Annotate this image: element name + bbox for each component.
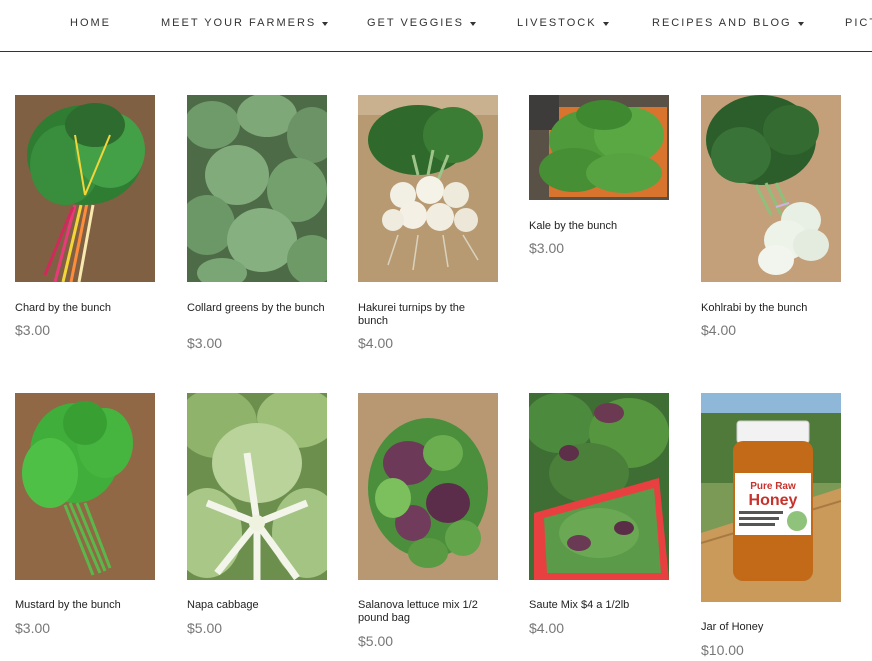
product-card-salanova-lettuce[interactable]: Salanova lettuce mix 1/2 pound bag $5.00 bbox=[358, 393, 498, 658]
nav-get-veggies-label: GET VEGGIES bbox=[367, 17, 464, 29]
product-card-mustard[interactable]: Mustard by the bunch $3.00 bbox=[15, 393, 155, 643]
honey-label-line2: Honey bbox=[749, 492, 798, 509]
product-card-hakurei-turnips[interactable]: Hakurei turnips by the bunch $4.00 bbox=[358, 95, 498, 355]
caret-down-icon bbox=[602, 21, 609, 26]
product-price: $3.00 bbox=[529, 240, 565, 256]
nav-pictures-label: PICT bbox=[845, 17, 872, 29]
product-name[interactable]: Kohlrabi by the bunch bbox=[701, 302, 841, 315]
caret-down-icon bbox=[322, 21, 329, 26]
product-price: $3.00 bbox=[15, 620, 51, 636]
product-name[interactable]: Chard by the bunch bbox=[15, 302, 155, 315]
product-image-mustard[interactable] bbox=[15, 393, 155, 580]
nav-livestock-label: LIVESTOCK bbox=[517, 17, 597, 29]
product-image-jar-of-honey[interactable]: Pure Raw Honey bbox=[701, 393, 841, 602]
product-price: $3.00 bbox=[187, 335, 223, 351]
nav-home-label: HOME bbox=[70, 17, 111, 29]
top-navigation: HOME MEET YOUR FARMERS GET VEGGIES LIVES… bbox=[0, 0, 872, 52]
product-card-saute-mix[interactable]: Saute Mix $4 a 1/2lb $4.00 bbox=[529, 393, 669, 643]
nav-meet-your-farmers-label: MEET YOUR FARMERS bbox=[161, 17, 317, 29]
product-name[interactable]: Collard greens by the bunch bbox=[187, 302, 327, 315]
nav-recipes-and-blog-label: RECIPES AND BLOG bbox=[652, 17, 792, 29]
product-image-chard[interactable] bbox=[15, 95, 155, 282]
product-card-jar-of-honey[interactable]: Pure Raw Honey Jar of Honey $10.00 bbox=[701, 393, 841, 658]
nav-recipes-and-blog[interactable]: RECIPES AND BLOG bbox=[652, 17, 804, 29]
product-name[interactable]: Mustard by the bunch bbox=[15, 599, 155, 612]
nav-pictures[interactable]: PICT bbox=[845, 17, 872, 29]
product-image-hakurei-turnips[interactable] bbox=[358, 95, 498, 282]
nav-get-veggies[interactable]: GET VEGGIES bbox=[367, 17, 476, 29]
product-card-napa-cabbage[interactable]: Napa cabbage $5.00 bbox=[187, 393, 327, 643]
product-image-kohlrabi[interactable] bbox=[701, 95, 841, 282]
caret-down-icon bbox=[797, 21, 804, 26]
product-price: $3.00 bbox=[15, 322, 51, 338]
product-price: $4.00 bbox=[701, 322, 737, 338]
product-name[interactable]: Kale by the bunch bbox=[529, 220, 669, 233]
product-price: $4.00 bbox=[529, 620, 565, 636]
product-name[interactable]: Saute Mix $4 a 1/2lb bbox=[529, 599, 669, 612]
nav-home[interactable]: HOME bbox=[70, 17, 111, 29]
product-name[interactable]: Salanova lettuce mix 1/2 pound bag bbox=[358, 599, 498, 625]
nav-livestock[interactable]: LIVESTOCK bbox=[517, 17, 609, 29]
product-price: $5.00 bbox=[358, 633, 394, 649]
caret-down-icon bbox=[470, 21, 476, 26]
product-card-chard[interactable]: Chard by the bunch $3.00 bbox=[15, 95, 155, 345]
product-image-napa-cabbage[interactable] bbox=[187, 393, 327, 580]
product-image-salanova-lettuce[interactable] bbox=[358, 393, 498, 580]
product-price: $10.00 bbox=[701, 642, 744, 658]
product-name[interactable]: Hakurei turnips by the bunch bbox=[358, 302, 498, 328]
product-image-kale[interactable] bbox=[529, 95, 669, 200]
product-card-kohlrabi[interactable]: Kohlrabi by the bunch $4.00 bbox=[701, 95, 841, 345]
product-name[interactable]: Napa cabbage bbox=[187, 599, 327, 612]
product-name[interactable]: Jar of Honey bbox=[701, 621, 841, 634]
product-price: $5.00 bbox=[187, 620, 223, 636]
honey-label-line1: Pure Raw bbox=[750, 481, 796, 492]
product-image-saute-mix[interactable] bbox=[529, 393, 669, 580]
product-card-collard-greens[interactable]: Collard greens by the bunch $3.00 bbox=[187, 95, 327, 355]
product-card-kale[interactable]: Kale by the bunch $3.00 bbox=[529, 95, 669, 265]
nav-meet-your-farmers[interactable]: MEET YOUR FARMERS bbox=[161, 17, 329, 29]
product-image-collard-greens[interactable] bbox=[187, 95, 327, 282]
product-price: $4.00 bbox=[358, 335, 394, 351]
